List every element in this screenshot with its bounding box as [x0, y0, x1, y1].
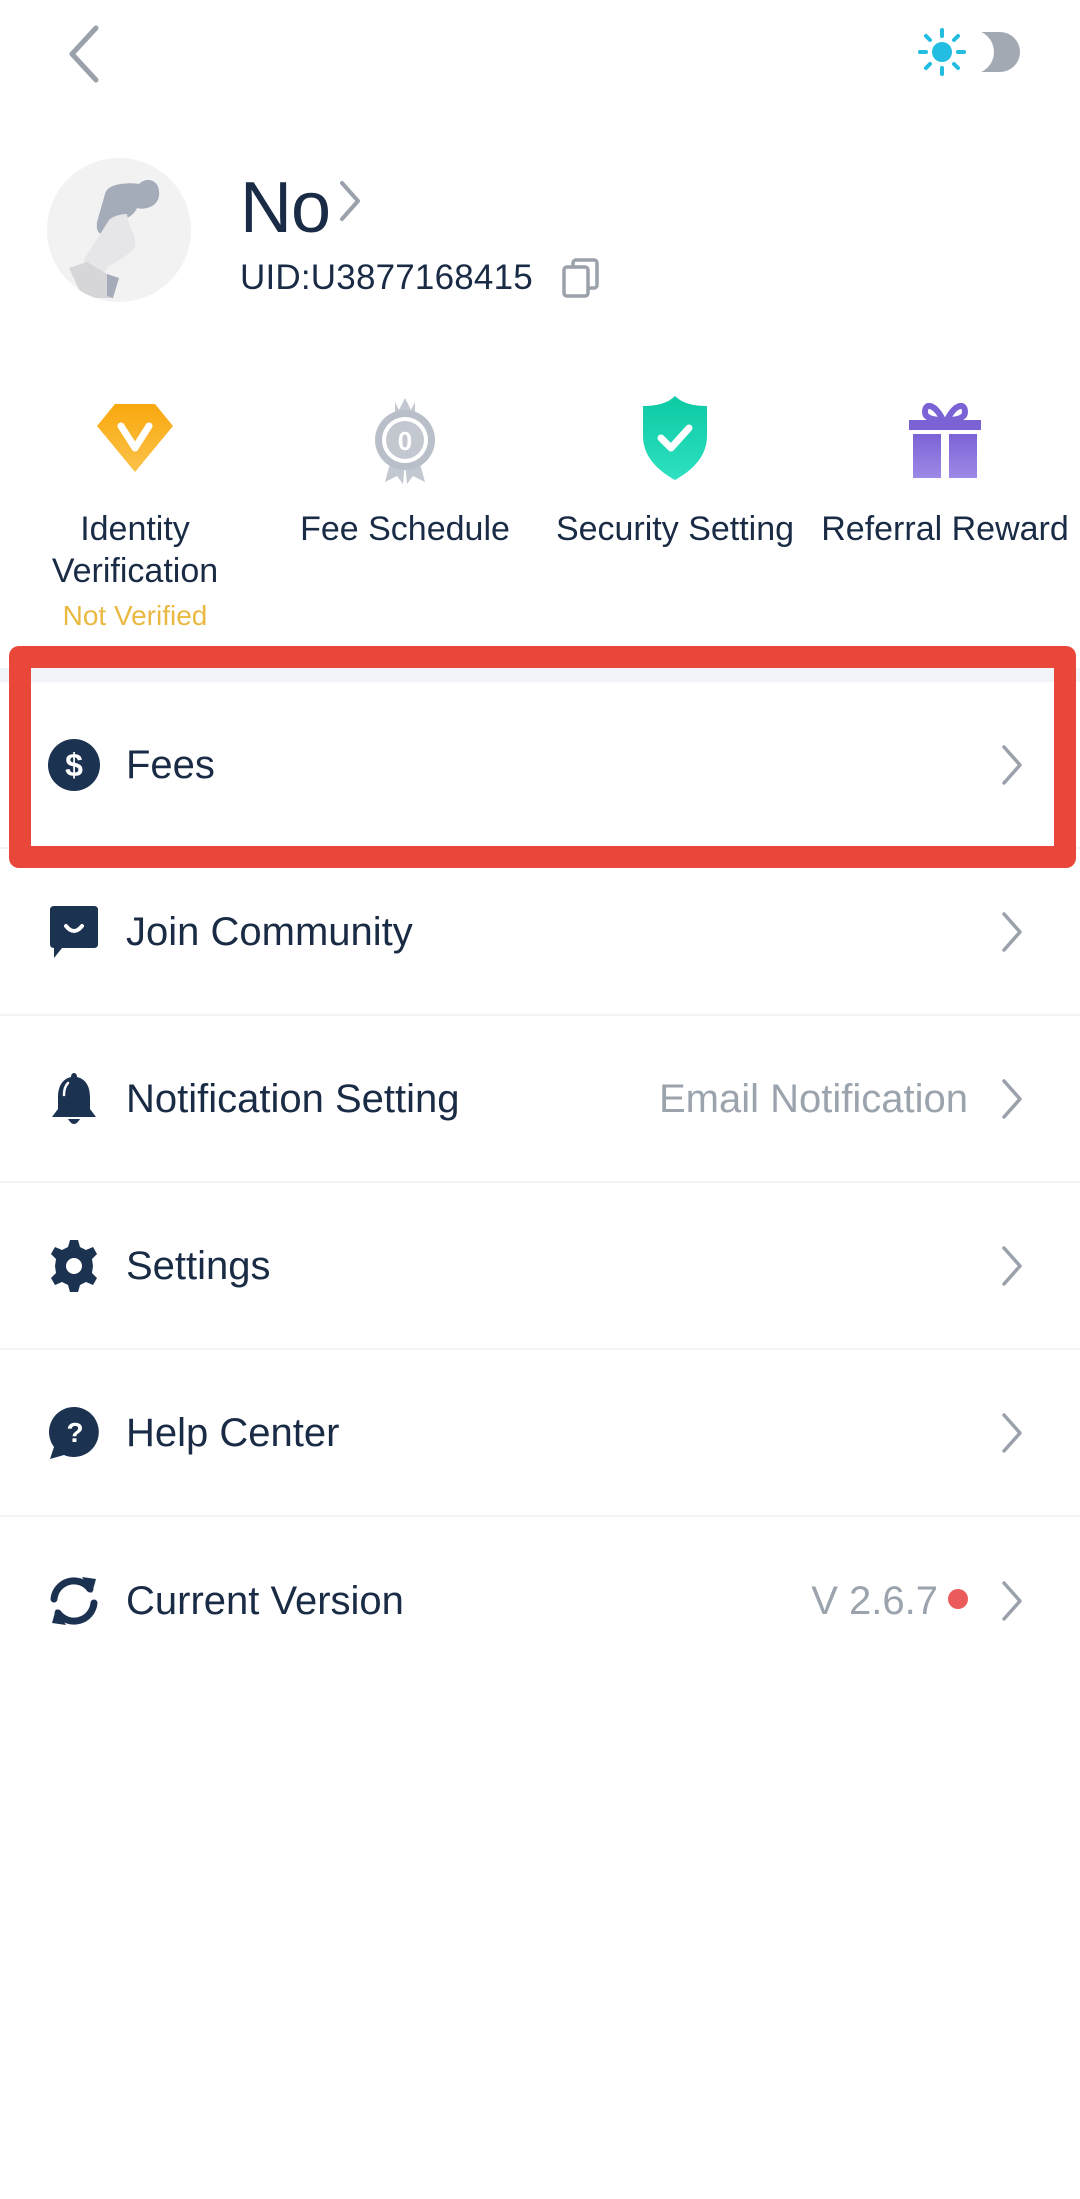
quick-action-referral-reward[interactable]: Referral Reward	[810, 390, 1080, 550]
chevron-right-icon	[1002, 744, 1022, 785]
menu-item-current-version[interactable]: Current Version V 2.6.7	[0, 1517, 1080, 1684]
quick-action-label: Identity	[80, 510, 190, 548]
quick-action-label: Verification	[51, 552, 219, 590]
uid-text: UID:U3877168415	[240, 258, 533, 297]
verification-status: Not Verified	[62, 600, 208, 631]
avatar[interactable]	[47, 158, 191, 302]
menu-item-label: Fees	[126, 742, 215, 787]
chevron-right-icon	[1002, 1078, 1022, 1119]
menu-item-fees[interactable]: $ Fees	[0, 682, 1080, 849]
chevron-right-icon	[1002, 1580, 1022, 1621]
quick-action-security-setting[interactable]: Security Setting	[540, 390, 810, 550]
quick-action-identity-verification[interactable]: Identity Verification Not Verified	[0, 390, 270, 634]
menu-item-label: Settings	[126, 1243, 271, 1288]
chevron-right-icon	[1002, 911, 1022, 952]
version-value-wrap: V 2.6.7	[811, 1577, 968, 1625]
menu-item-settings[interactable]: Settings	[0, 1183, 1080, 1350]
chevron-right-icon	[1002, 1412, 1022, 1453]
menu-item-notification-setting[interactable]: Notification Setting Email Notification	[0, 1016, 1080, 1183]
shield-check-icon	[643, 396, 707, 480]
menu-item-help-center[interactable]: ? Help Center	[0, 1350, 1080, 1517]
quick-action-label: Security Setting	[555, 510, 795, 548]
bell-icon	[52, 1072, 96, 1124]
gift-icon	[909, 402, 981, 478]
gear-icon	[51, 1239, 97, 1292]
default-avatar-icon	[47, 158, 191, 302]
menu-list: $ Fees Join Community Notification Setti…	[0, 682, 1080, 1684]
menu-item-label: Join Community	[126, 909, 413, 954]
menu-item-label: Notification Setting	[126, 1076, 460, 1121]
chevron-right-icon	[340, 181, 361, 221]
uid-row: UID:U3877168415	[240, 256, 603, 300]
quick-actions: Identity Verification Not Verified 0 Fee…	[0, 390, 1080, 660]
chevron-left-icon	[69, 25, 99, 83]
menu-item-value: Email Notification	[658, 1076, 968, 1121]
badge-value: 0	[398, 426, 412, 456]
svg-text:?: ?	[66, 1417, 83, 1448]
svg-text:$: $	[65, 747, 83, 783]
dollar-circle-icon: $	[48, 738, 100, 791]
quick-action-label: Referral Reward	[821, 510, 1069, 548]
back-button[interactable]	[58, 22, 114, 86]
quick-action-label: Fee Schedule	[300, 510, 510, 548]
chevron-right-icon	[1002, 1245, 1022, 1286]
copy-icon[interactable]	[559, 256, 603, 300]
diamond-verify-icon	[97, 404, 173, 472]
menu-item-label: Help Center	[126, 1410, 340, 1455]
section-divider	[0, 668, 1080, 682]
version-value: V 2.6.7	[811, 1578, 938, 1623]
chat-bubble-icon	[50, 905, 98, 958]
level-badge-icon: 0	[375, 398, 435, 484]
profile-name-link[interactable]: No	[240, 168, 364, 248]
menu-item-label: Current Version	[126, 1578, 404, 1623]
quick-action-fee-schedule[interactable]: 0 Fee Schedule	[270, 390, 540, 550]
refresh-icon	[50, 1576, 98, 1625]
menu-item-join-community[interactable]: Join Community	[0, 849, 1080, 1016]
profile-name: No	[240, 168, 331, 248]
help-bubble-icon: ?	[49, 1406, 99, 1459]
update-dot	[948, 1588, 968, 1609]
theme-toggle[interactable]	[912, 24, 1024, 80]
